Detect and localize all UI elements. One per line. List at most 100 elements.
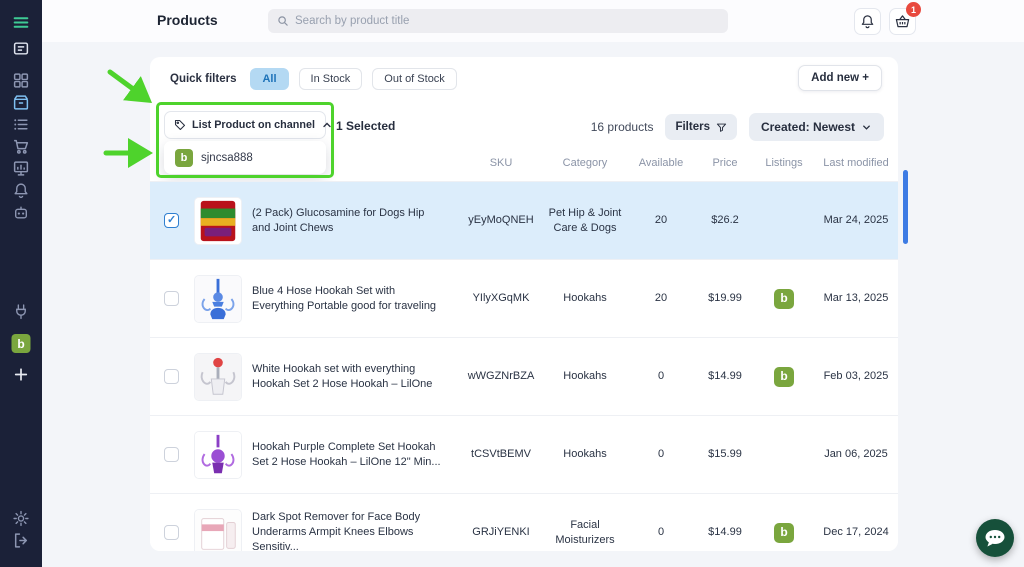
- product-thumbnail: [194, 430, 242, 479]
- table-row[interactable]: (2 Pack) Glucosamine for Dogs Hip and Jo…: [150, 181, 898, 259]
- table-row[interactable]: White Hookah set with everything Hookah …: [150, 337, 898, 415]
- product-sku: tCSVtBEMV: [471, 448, 531, 461]
- chat-bubble-icon: [985, 529, 1005, 546]
- table-header-row: SKU Category Available Price Listings La…: [150, 157, 898, 169]
- basket-count-badge: 1: [906, 2, 921, 17]
- product-price: $26.2: [711, 214, 739, 227]
- product-price: $19.99: [708, 292, 742, 305]
- product-price: $14.99: [708, 370, 742, 383]
- quick-filters-label: Quick filters: [170, 73, 237, 85]
- product-last-modified: Jan 06, 2025: [824, 448, 888, 461]
- product-category: Hookahs: [563, 370, 607, 383]
- search-icon: [278, 16, 288, 26]
- page-title: Products: [157, 12, 218, 28]
- product-count: 16 products: [590, 120, 654, 134]
- chevron-down-icon: [863, 125, 870, 130]
- product-available: 0: [657, 370, 665, 383]
- menu-icon[interactable]: [13, 14, 30, 31]
- table-body: (2 Pack) Glucosamine for Dogs Hip and Jo…: [150, 181, 898, 551]
- products-icon[interactable]: [13, 94, 30, 111]
- add-channel-plus-icon[interactable]: [13, 366, 30, 383]
- filters-button-label: Filters: [675, 121, 710, 133]
- product-sku: yEyMoQNEH: [468, 214, 534, 227]
- product-last-modified: Mar 13, 2025: [823, 292, 889, 305]
- header-listings: Listings: [765, 157, 803, 169]
- integrations-plug-icon[interactable]: [13, 303, 30, 320]
- product-category: Hookahs: [563, 292, 607, 305]
- list-product-on-channel-dropdown[interactable]: List Product on channel: [164, 111, 331, 139]
- listing-badge[interactable]: b: [774, 288, 794, 309]
- bell-icon: [861, 15, 874, 29]
- product-last-modified: Feb 03, 2025: [823, 370, 889, 383]
- product-sku: wWGZNrBZA: [467, 370, 535, 383]
- product-title: White Hookah set with everything Hookah …: [252, 362, 433, 390]
- orders-list-icon[interactable]: [13, 116, 30, 133]
- row-checkbox[interactable]: [164, 291, 179, 306]
- notifications-bell-button[interactable]: [854, 8, 881, 35]
- top-bar: Products 1: [42, 0, 1024, 42]
- product-last-modified: Dec 17, 2024: [823, 526, 889, 539]
- table-toolbar: 16 products Filters Created: Newest: [591, 113, 884, 141]
- filter-pill-all[interactable]: All: [250, 68, 289, 90]
- dashboard-icon[interactable]: [13, 40, 30, 57]
- chevron-up-icon: [323, 122, 331, 128]
- bot-icon[interactable]: [13, 204, 30, 221]
- search-box[interactable]: [268, 9, 728, 33]
- filter-pill-out-of-stock[interactable]: Out of Stock: [372, 68, 457, 90]
- quick-filters-row: Quick filters All In Stock Out of Stock: [170, 67, 457, 91]
- chat-widget-button[interactable]: [976, 519, 1014, 557]
- product-price: $15.99: [708, 448, 742, 461]
- settings-gear-icon[interactable]: [13, 510, 30, 527]
- product-available: 20: [654, 214, 668, 227]
- row-checkbox[interactable]: [164, 369, 179, 384]
- product-category: Pet Hip & Joint Care & Dogs: [548, 207, 622, 234]
- vertical-scrollbar[interactable]: [903, 170, 908, 244]
- product-available: 0: [657, 448, 665, 461]
- app-window: b Products 1 Quick filters All In Sto: [0, 0, 1024, 567]
- listing-badge[interactable]: b: [774, 366, 794, 387]
- search-input[interactable]: [295, 15, 719, 27]
- product-thumbnail: [194, 274, 242, 323]
- table-row[interactable]: Blue 4 Hose Hookah Set with Everything P…: [150, 259, 898, 337]
- header-category: Category: [562, 157, 608, 169]
- bonanza-channel-icon[interactable]: b: [11, 334, 31, 353]
- product-title: (2 Pack) Glucosamine for Dogs Hip and Jo…: [252, 206, 425, 234]
- header-available: Available: [638, 157, 684, 169]
- selected-count: 1 Selected: [336, 119, 396, 133]
- table-row[interactable]: Hookah Purple Complete Set Hookah Set 2 …: [150, 415, 898, 493]
- product-title: Blue 4 Hose Hookah Set with Everything P…: [252, 284, 437, 312]
- table-row[interactable]: Dark Spot Remover for Face Body Underarm…: [150, 493, 898, 551]
- header-sku: SKU: [489, 157, 513, 169]
- channel-dropdown-label: List Product on channel: [192, 119, 315, 131]
- sort-dropdown-label: Created: Newest: [760, 120, 855, 134]
- header-price: Price: [712, 157, 738, 169]
- product-title: Dark Spot Remover for Face Body Underarm…: [252, 511, 421, 551]
- row-checkbox[interactable]: [164, 525, 179, 540]
- product-sku: GRJiYENKI: [472, 526, 530, 539]
- notifications-icon[interactable]: [13, 182, 30, 199]
- filters-button[interactable]: Filters: [665, 114, 737, 140]
- product-category: Hookahs: [563, 448, 607, 461]
- row-checkbox[interactable]: [164, 213, 179, 228]
- basket-icon: [895, 15, 910, 28]
- product-thumbnail: [194, 196, 242, 245]
- logout-icon[interactable]: [13, 532, 30, 549]
- product-category: Facial Moisturizers: [555, 519, 615, 546]
- apps-grid-icon[interactable]: [13, 72, 30, 89]
- basket-button[interactable]: 1: [889, 2, 921, 35]
- filter-pill-in-stock[interactable]: In Stock: [298, 68, 363, 90]
- listing-badge[interactable]: b: [774, 522, 794, 543]
- add-new-button[interactable]: Add new +: [798, 65, 882, 91]
- analytics-icon[interactable]: [13, 160, 30, 177]
- product-available: 20: [654, 292, 668, 305]
- product-price: $14.99: [708, 526, 742, 539]
- sidebar: b: [0, 0, 42, 567]
- funnel-icon: [716, 123, 727, 132]
- product-thumbnail: [194, 508, 242, 551]
- product-last-modified: Mar 24, 2025: [823, 214, 889, 227]
- sort-dropdown[interactable]: Created: Newest: [748, 113, 884, 141]
- product-available: 0: [657, 526, 665, 539]
- header-last-modified: Last modified: [823, 157, 889, 169]
- cart-icon[interactable]: [13, 138, 30, 155]
- row-checkbox[interactable]: [164, 447, 179, 462]
